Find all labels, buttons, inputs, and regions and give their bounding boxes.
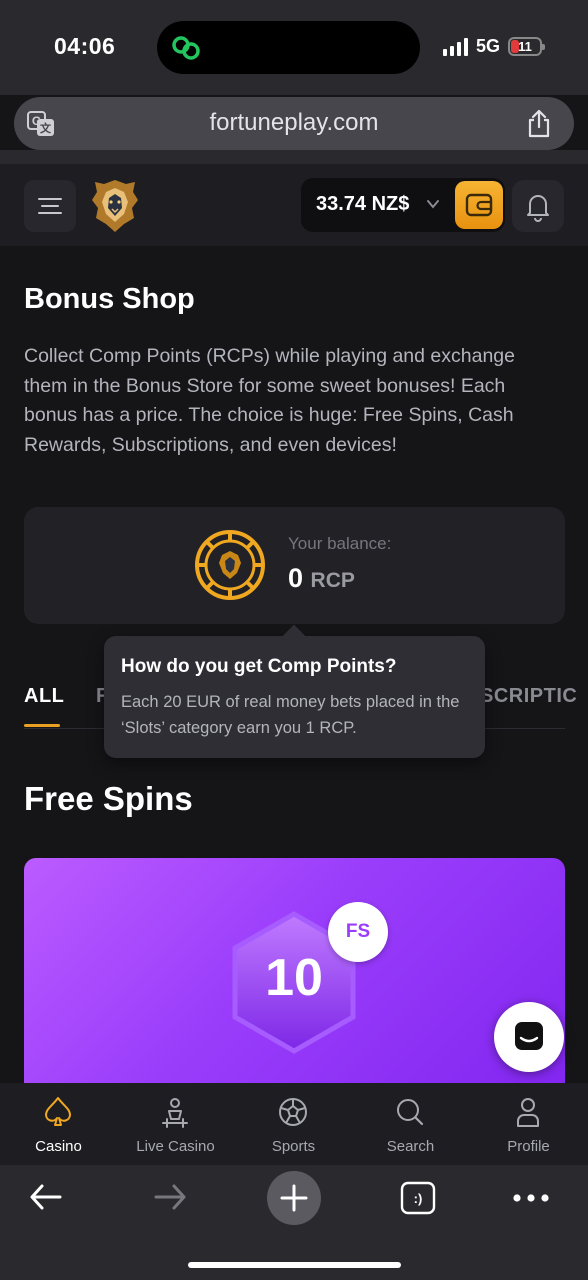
- rcp-unit: RCP: [310, 569, 355, 592]
- free-spins-count: 10: [265, 949, 323, 1007]
- user-icon: [517, 1098, 539, 1127]
- tab-subscriptions[interactable]: SCRIPTIC: [480, 685, 577, 708]
- notifications-button[interactable]: [512, 180, 564, 232]
- battery-level: 11: [518, 39, 532, 54]
- page-title: Bonus Shop: [24, 283, 195, 315]
- signal-icon: [442, 37, 468, 56]
- nav-live-casino[interactable]: Live Casino: [117, 1083, 234, 1165]
- chat-icon: [515, 1022, 543, 1050]
- chevron-down-icon: [427, 200, 439, 209]
- search-icon: [397, 1099, 424, 1126]
- page-description: Collect Comp Points (RCPs) while playing…: [24, 345, 515, 456]
- menu-button[interactable]: [24, 180, 76, 232]
- new-tab-icon[interactable]: [267, 1171, 321, 1225]
- home-indicator[interactable]: [188, 1262, 401, 1268]
- status-bar: 04:06 5G 11: [0, 0, 588, 95]
- nav-label-live-casino: Live Casino: [136, 1138, 215, 1155]
- more-icon[interactable]: [512, 1193, 550, 1203]
- dealer-icon: [162, 1098, 188, 1128]
- nav-label-sports: Sports: [271, 1138, 316, 1155]
- wallet-icon: [465, 193, 493, 217]
- active-tab-indicator: [24, 724, 60, 727]
- rcp-amount: 0: [288, 563, 304, 593]
- nav-profile[interactable]: Profile: [470, 1083, 587, 1165]
- fs-badge: FS: [328, 902, 388, 962]
- tooltip-body: Each 20 EUR of real money bets placed in…: [121, 693, 460, 737]
- network-label: 5G: [475, 36, 500, 56]
- svg-text::): :): [414, 1191, 423, 1206]
- tooltip-arrow: [282, 624, 306, 648]
- section-title: Free Spins: [24, 780, 193, 817]
- bottom-nav: Casino Live Casino Sports Search Profile: [0, 1083, 588, 1165]
- free-spins-card[interactable]: 10 FS: [24, 858, 565, 1098]
- link-icon: [172, 36, 200, 60]
- rcp-balance-value: 0 RCP: [288, 563, 355, 594]
- balance-amount: 33.74 NZ$: [316, 193, 410, 215]
- live-chat-button[interactable]: [494, 1002, 564, 1072]
- battery-icon: 11: [508, 37, 545, 56]
- comp-point-coin-icon: [195, 530, 265, 600]
- nav-label-casino: Casino: [35, 1138, 82, 1155]
- comp-points-tooltip: How do you get Comp Points? Each 20 EUR …: [104, 624, 485, 758]
- nav-label-search: Search: [386, 1138, 435, 1155]
- soccer-ball-icon: [279, 1098, 307, 1126]
- back-arrow-icon[interactable]: [28, 1181, 64, 1213]
- share-icon[interactable]: [526, 109, 552, 139]
- status-time: 04:06: [54, 33, 116, 59]
- tooltip-title: How do you get Comp Points?: [121, 656, 397, 677]
- tab-all[interactable]: ALL: [24, 685, 64, 708]
- nav-sports[interactable]: Sports: [235, 1083, 352, 1165]
- rcp-balance-card[interactable]: Your balance: 0 RCP: [24, 507, 565, 624]
- nav-label-profile: Profile: [507, 1138, 550, 1155]
- browser-chrome-divider: [0, 150, 588, 164]
- tabs-icon[interactable]: :): [400, 1181, 436, 1215]
- balance-label: Your balance:: [288, 534, 392, 553]
- status-indicators: 5G 11: [442, 36, 545, 57]
- lion-logo-icon[interactable]: [90, 178, 140, 234]
- dynamic-island: [157, 21, 420, 74]
- spade-icon: [45, 1097, 71, 1126]
- nav-search[interactable]: Search: [352, 1083, 469, 1165]
- wallet-button[interactable]: [455, 181, 503, 229]
- bell-icon: [527, 195, 549, 222]
- nav-casino[interactable]: Casino: [0, 1083, 117, 1165]
- address-bar[interactable]: G 文 fortuneplay.com: [14, 97, 574, 150]
- url-text[interactable]: fortuneplay.com: [14, 109, 574, 137]
- forward-arrow-icon[interactable]: [152, 1181, 188, 1213]
